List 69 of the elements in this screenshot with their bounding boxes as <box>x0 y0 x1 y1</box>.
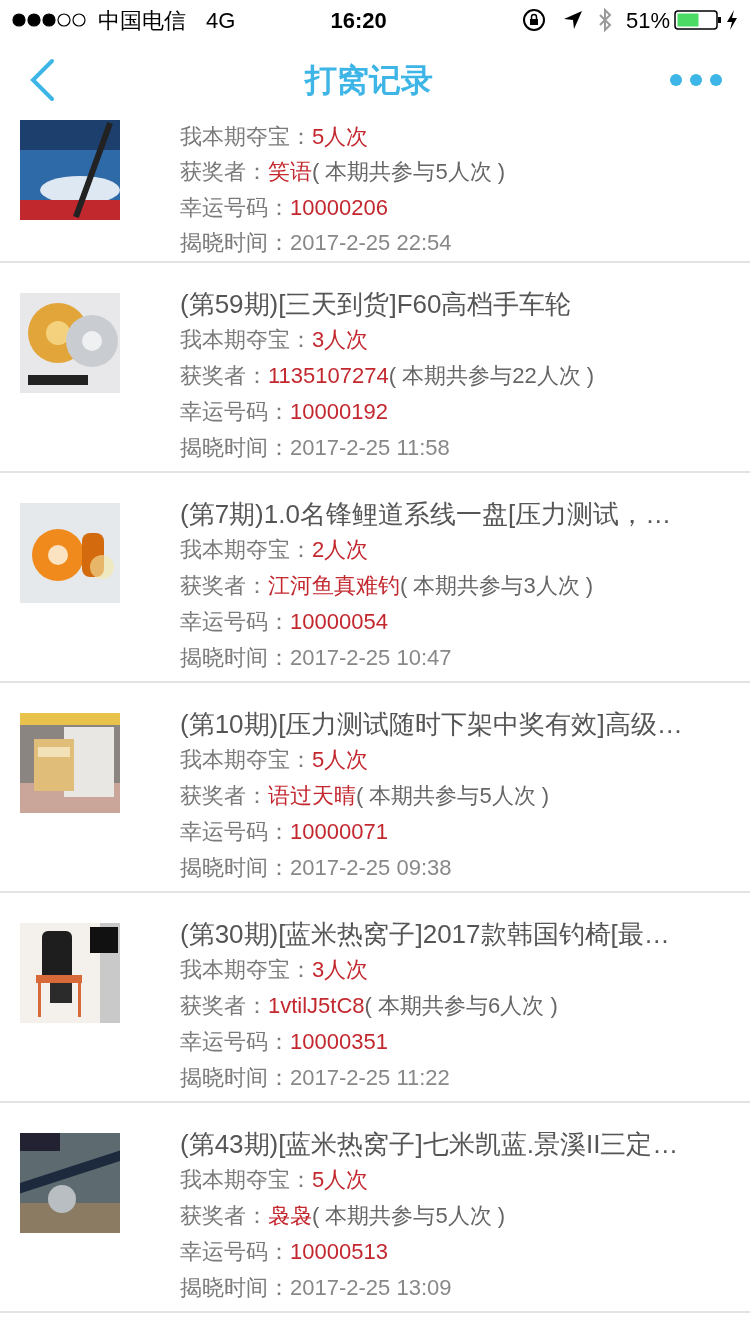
entries-count: 2人次 <box>312 536 369 564</box>
participant-total: ( 本期共参与5人次 ) <box>356 782 550 810</box>
network-type: 4G <box>206 6 236 35</box>
record-title[interactable]: (第7期)1.0名锋鲤道系线一盘[压力测试，… <box>180 495 672 533</box>
reveal-time: 2017-2-25 22:54 <box>290 228 452 257</box>
field-label: 我本期夺宝： <box>180 326 312 354</box>
field-label: 幸运号码： <box>180 193 290 222</box>
winner-name: 语过天晴 <box>268 782 356 810</box>
field-label: 幸运号码： <box>180 1238 290 1266</box>
winner-name: 笑语 <box>268 158 312 187</box>
charging-icon <box>726 9 738 31</box>
record-title[interactable]: (第59期)[三天到货]F60高档手车轮 <box>180 285 595 323</box>
winner-name: 江河鱼真难钓 <box>268 572 400 600</box>
lucky-number: 10000206 <box>290 193 388 222</box>
entries-count: 3人次 <box>312 956 369 984</box>
lucky-number: 10000351 <box>290 1028 388 1056</box>
participant-total: ( 本期共参与5人次 ) <box>312 158 506 187</box>
battery-percent: 51% <box>625 6 670 35</box>
carrier-name: 中国电信 <box>98 6 186 35</box>
participant-total: ( 本期共参与22人次 ) <box>388 362 595 390</box>
entries-count: 5人次 <box>312 746 369 774</box>
field-label: 获奖者： <box>180 158 268 187</box>
field-label: 我本期夺宝： <box>180 1166 312 1194</box>
field-label: 获奖者： <box>180 572 268 600</box>
field-label: 获奖者： <box>180 992 268 1020</box>
reveal-time: 2017-2-25 10:47 <box>290 644 452 672</box>
field-label: 我本期夺宝： <box>180 123 312 151</box>
lucky-number: 10000192 <box>290 398 388 426</box>
reveal-time: 2017-2-25 11:22 <box>290 1064 450 1092</box>
winner-name: 袅袅 <box>268 1202 312 1230</box>
field-label: 揭晓时间： <box>180 1064 290 1092</box>
winner-name: 1135107274 <box>268 362 389 390</box>
field-label: 幸运号码： <box>180 818 290 846</box>
field-label: 揭晓时间： <box>180 1274 290 1302</box>
field-label: 揭晓时间： <box>180 644 290 672</box>
signal-icon <box>12 13 88 27</box>
rotation-lock-icon <box>521 8 546 32</box>
reveal-time: 2017-2-25 13:09 <box>290 1274 452 1302</box>
field-label: 揭晓时间： <box>180 228 290 257</box>
record-title[interactable]: (第10期)[压力测试随时下架中奖有效]高级… <box>180 705 683 743</box>
reveal-time: 2017-2-25 09:38 <box>290 854 452 882</box>
winner-name: 1vtilJ5tC8 <box>268 992 365 1020</box>
field-label: 我本期夺宝： <box>180 536 312 564</box>
bluetooth-icon <box>597 8 612 32</box>
field-label: 幸运号码： <box>180 608 290 636</box>
field-label: 获奖者： <box>180 362 268 390</box>
field-label: 幸运号码： <box>180 398 290 426</box>
page-title: 打窝记录 <box>305 61 433 100</box>
record-title[interactable]: (第30期)[蓝米热窝子]2017款韩国钓椅[最… <box>180 915 670 953</box>
entries-count: 5人次 <box>312 1166 369 1194</box>
participant-total: ( 本期共参与6人次 ) <box>364 992 558 1020</box>
participant-total: ( 本期共参与5人次 ) <box>312 1202 506 1230</box>
entries-count: 3人次 <box>312 326 369 354</box>
battery-icon <box>674 9 722 31</box>
reveal-time: 2017-2-25 11:58 <box>290 434 450 462</box>
field-label: 获奖者： <box>180 1202 268 1230</box>
field-label: 揭晓时间： <box>180 434 290 462</box>
entries-count: 5人次 <box>312 123 369 151</box>
record-title[interactable]: (第43期)[蓝米热窝子]七米凯蓝.景溪II三定… <box>180 1125 679 1163</box>
field-label: 揭晓时间： <box>180 854 290 882</box>
lucky-number: 10000513 <box>290 1238 388 1266</box>
field-label: 获奖者： <box>180 782 268 810</box>
field-label: 我本期夺宝： <box>180 956 312 984</box>
status-time: 16:20 <box>330 6 387 35</box>
field-label: 我本期夺宝： <box>180 746 312 774</box>
lucky-number: 10000054 <box>290 608 388 636</box>
field-label: 幸运号码： <box>180 1028 290 1056</box>
participant-total: ( 本期共参与3人次 ) <box>400 572 594 600</box>
lucky-number: 10000071 <box>290 818 388 846</box>
